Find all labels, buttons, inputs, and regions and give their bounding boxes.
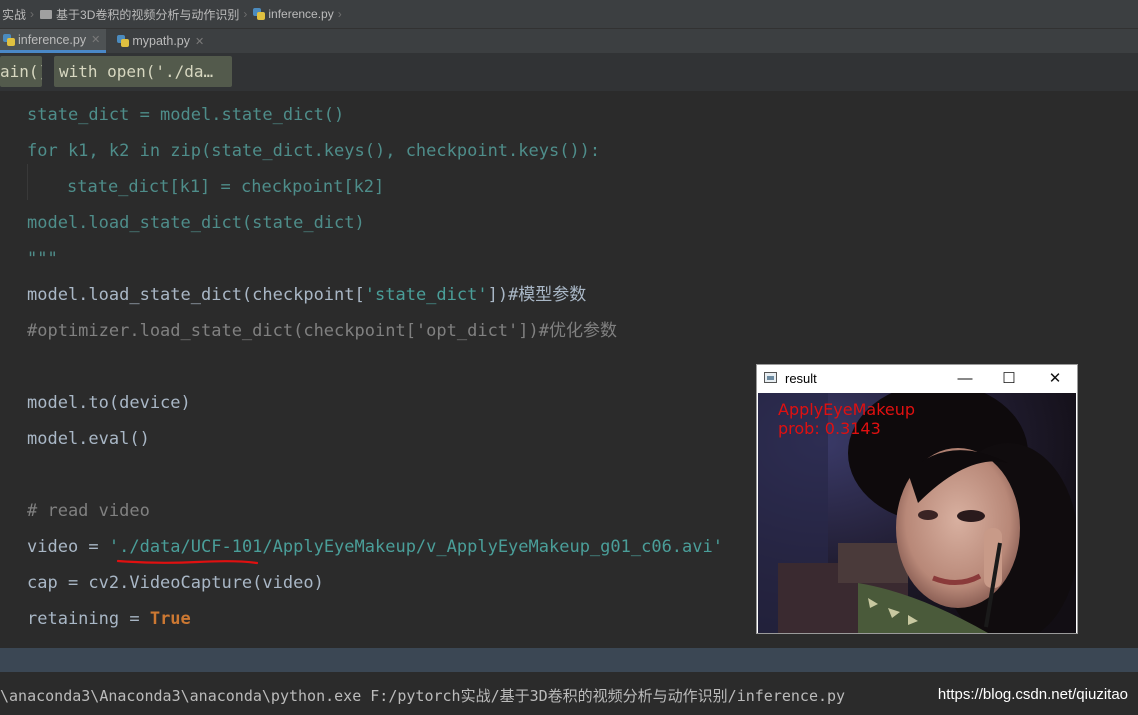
code-string: 'state_dict': [364, 285, 488, 305]
nav-chip-main[interactable]: ain(): [0, 56, 42, 87]
code-structure-bar: ain() with open('./da…: [0, 53, 1138, 92]
python-file-icon: [253, 8, 266, 20]
close-button[interactable]: ✕: [1033, 365, 1077, 393]
code-line: video = './data/UCF-101/ApplyEyeMakeup/v…: [27, 535, 723, 559]
prediction-class-label: ApplyEyeMakeup: [778, 400, 916, 419]
result-window-titlebar[interactable]: result — ☐ ✕: [757, 365, 1077, 393]
tab-label: inference.py: [18, 32, 87, 47]
code-line: for k1, k2 in zip(state_dict.keys(), che…: [27, 141, 601, 161]
breadcrumb-label: inference.py: [268, 7, 334, 21]
window-app-icon: [764, 372, 777, 383]
code-line: state_dict[k1] = checkpoint[k2]: [67, 177, 385, 197]
code-line: model.eval(): [27, 429, 150, 449]
code-line: model.load_state_dict(checkpoint['state_…: [27, 283, 586, 307]
code-line-comment: # read video: [27, 501, 150, 521]
code-line: model.to(device): [27, 393, 191, 413]
tab-inference-py[interactable]: inference.py ✕: [0, 29, 107, 53]
breadcrumb-item-project[interactable]: 实战: [0, 6, 28, 23]
chevron-right-icon: ›: [243, 7, 248, 21]
breadcrumb: 实战 › 基于3D卷积的视频分析与动作识别 › inference.py ›: [0, 0, 1138, 29]
close-icon[interactable]: ✕: [91, 33, 100, 46]
maximize-button[interactable]: ☐: [987, 365, 1031, 393]
folder-icon: [40, 9, 53, 19]
run-console: \anaconda3\Anaconda3\anaconda\python.exe…: [0, 672, 1138, 715]
close-icon[interactable]: ✕: [195, 35, 204, 48]
chevron-right-icon: ›: [337, 7, 342, 21]
indent-guide: [27, 164, 28, 200]
code-keyword: True: [149, 609, 191, 629]
nav-chip-label: with open('./da…: [59, 62, 214, 81]
prediction-prob-label: prob: 0.3143: [778, 419, 881, 438]
code-token: ])#模型参数: [487, 285, 587, 305]
code-line: retaining = True: [27, 607, 191, 631]
window-title: result: [785, 371, 817, 386]
code-line-comment: #optimizer.load_state_dict(checkpoint['o…: [27, 321, 617, 341]
console-command: \anaconda3\Anaconda3\anaconda\python.exe…: [0, 687, 846, 705]
code-token: video =: [27, 537, 109, 557]
nav-chip-label: ain(): [0, 62, 42, 81]
code-line: state_dict = model.state_dict(): [27, 105, 345, 125]
tab-label: mypath.py: [132, 34, 190, 48]
python-file-icon: [117, 35, 130, 47]
editor-tabs: inference.py ✕ mypath.py ✕: [0, 29, 1138, 53]
code-line: """: [27, 249, 58, 269]
code-string: './data/UCF-101/ApplyEyeMakeup/v_ApplyEy…: [108, 537, 723, 557]
code-line: cap = cv2.VideoCapture(video): [27, 573, 324, 593]
watermark: https://blog.csdn.net/qiuzitao: [937, 686, 1128, 703]
editor-bottom-strip: [0, 648, 1138, 672]
result-window[interactable]: result — ☐ ✕ ApplyEyeMakeup prob: 0.3143: [756, 364, 1078, 634]
code-line: model.load_state_dict(state_dict): [27, 213, 365, 233]
annotation-underline: [117, 559, 258, 565]
chevron-right-icon: ›: [30, 7, 35, 21]
minimize-button[interactable]: —: [943, 365, 987, 393]
breadcrumb-label: 基于3D卷积的视频分析与动作识别: [56, 7, 240, 22]
tab-mypath-py[interactable]: mypath.py ✕: [114, 29, 210, 53]
video-frame: ApplyEyeMakeup prob: 0.3143: [758, 393, 1076, 633]
breadcrumb-item-folder[interactable]: 基于3D卷积的视频分析与动作识别: [38, 6, 241, 23]
code-token: retaining =: [27, 609, 150, 629]
breadcrumb-item-file[interactable]: inference.py: [251, 7, 335, 21]
python-file-icon: [3, 33, 15, 46]
breadcrumb-label: 实战: [2, 7, 27, 22]
code-token: model.load_state_dict(checkpoint[: [27, 285, 365, 305]
nav-chip-with-open[interactable]: with open('./da…: [54, 56, 232, 87]
